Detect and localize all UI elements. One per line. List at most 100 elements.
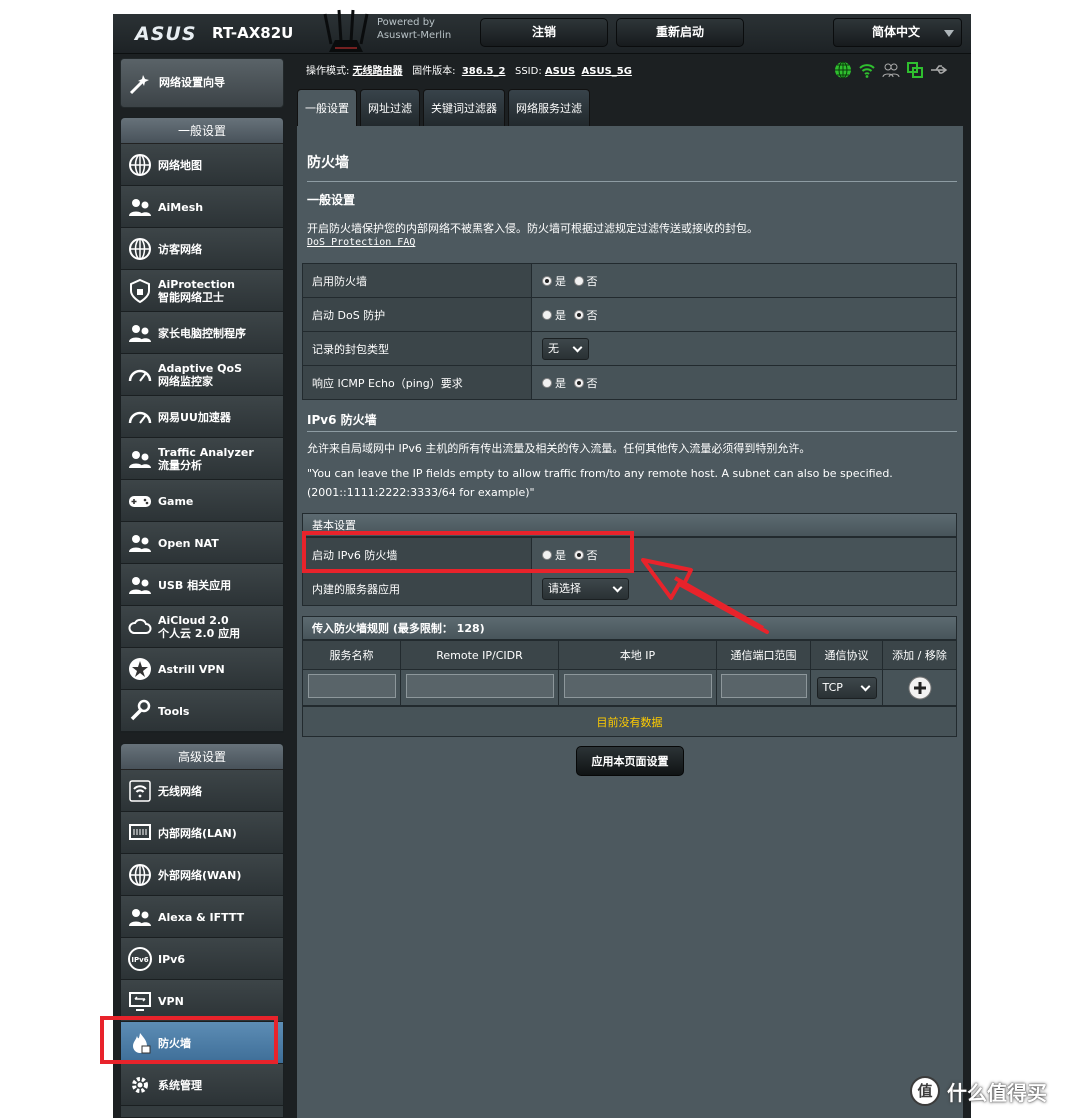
firewall-settings-table: 启用防火墙 是 否 启动 DoS 防护 是 否 记录的封包类型 无 响应 ICM… (302, 263, 957, 400)
wifi-icon[interactable] (858, 61, 876, 79)
col-add-remove: 添加 / 移除 (882, 640, 957, 670)
sidebar-item-label-line1: 无线网络 (158, 784, 202, 798)
protocol-select[interactable]: TCP (816, 676, 877, 699)
dos-faq-link[interactable]: DoS Protection FAQ (307, 237, 415, 248)
sidebar-item-aimesh[interactable]: AiMesh (121, 186, 283, 228)
ssid-2[interactable]: ASUS_5G (582, 66, 632, 77)
sidebar-item-label: 无线网络 (158, 770, 202, 812)
dos-protection-radios: 是 否 (531, 297, 957, 332)
sidebar-item-open-nat[interactable]: Open NAT (121, 522, 283, 564)
sidebar-item-admin[interactable]: 系统管理 (121, 1064, 283, 1106)
speedometer-icon (128, 411, 152, 424)
sidebar-item-wrench[interactable]: Tools (121, 690, 283, 732)
sidebar-item-label: Open NAT (158, 522, 219, 564)
icmp-no-radio[interactable] (573, 377, 584, 388)
wan-icon (129, 864, 151, 886)
sidebar-item-alexa[interactable]: Alexa & IFTTT (121, 896, 283, 938)
sidebar-item-lan[interactable]: 内部网络(LAN) (121, 812, 283, 854)
gauge-icon (128, 369, 152, 382)
sidebar-item-ipv6[interactable]: IPv6 IPv6 (121, 938, 283, 980)
users-icon[interactable] (882, 61, 900, 79)
sidebar-item-label-line2: 智能网络卫士 (158, 291, 224, 304)
mode-value[interactable]: 无线路由器 (353, 66, 403, 77)
logout-button[interactable]: 注销 (480, 18, 608, 47)
sidebar-item-star[interactable]: Astrill VPN (121, 648, 283, 690)
sidebar-item-label: USB 相关应用 (158, 564, 231, 606)
enable-firewall-yes-radio[interactable] (542, 275, 552, 286)
dos-no-radio[interactable] (573, 309, 584, 320)
dos-yes-radio[interactable] (542, 309, 552, 320)
sidebar-item-label: Game (158, 480, 193, 522)
table-row: TCP (302, 669, 957, 706)
sidebar-item-label-line1: USB 相关应用 (158, 578, 232, 592)
usb-app-icon (129, 577, 151, 594)
firmware-value[interactable]: 386.5_2 (462, 66, 506, 77)
ssid-1[interactable]: ASUS (545, 66, 575, 77)
tab-general[interactable]: 一般设置 (297, 89, 357, 126)
sidebar-item-label-line1: Traffic Analyzer (158, 446, 254, 459)
wireless-icon (129, 780, 151, 802)
ipv6-icon: IPv6 (128, 947, 152, 971)
language-select[interactable]: 简体中文 (833, 18, 962, 47)
sidebar-item-network-map[interactable]: 网络地图 (121, 144, 283, 186)
sidebar-item-wan[interactable]: 外部网络(WAN) (121, 854, 283, 896)
sidebar-item-label-line1: Game (158, 494, 194, 508)
guest-network-icon (129, 238, 151, 260)
table-header-row: 服务名称 Remote IP/CIDR 本地 IP 通信端口范围 通信协议 添加… (302, 640, 957, 670)
sidebar-item-wireless[interactable]: 无线网络 (121, 770, 283, 812)
wrench-icon (130, 699, 151, 721)
log-packet-type-select[interactable]: 无 (542, 337, 589, 360)
port-range-input[interactable] (720, 674, 807, 698)
usb-icon[interactable] (930, 61, 948, 79)
admin-icon (132, 1077, 148, 1093)
sidebar-item-gamepad[interactable]: Game (121, 480, 283, 522)
gamepad-icon (129, 496, 151, 507)
apply-settings-button[interactable]: 应用本页面设置 (576, 746, 684, 776)
service-name-input[interactable] (307, 674, 396, 698)
star-icon (129, 658, 151, 680)
remote-ip-input[interactable] (405, 674, 554, 698)
icmp-yes-radio[interactable] (542, 377, 552, 388)
reboot-button[interactable]: 重新启动 (616, 18, 744, 47)
sidebar-item-label: Adaptive QoS 网络监控家 (158, 354, 242, 396)
ipv6-description: 允许来自局域网中 IPv6 主机的所有传出流量及相关的传入流量。任何其他传入流量… (307, 442, 811, 455)
builtin-server-select[interactable]: 请选择 (542, 577, 629, 600)
sidebar-item-guest-network[interactable]: 访客网络 (121, 228, 283, 270)
cell (882, 669, 957, 706)
tab-network-service-filter[interactable]: 网络服务过滤 (508, 89, 590, 126)
globe-icon[interactable] (834, 61, 852, 79)
cell (716, 669, 811, 706)
sidebar-item-label-line1: 系统管理 (158, 1078, 202, 1092)
quick-setup-button[interactable]: 网络设置向导 (120, 58, 284, 108)
model-name: RT-AX82U (212, 24, 294, 42)
sidebar-item-cloud[interactable]: AiCloud 2.0 个人云 2.0 应用 (121, 606, 283, 648)
sidebar-item-usb-app[interactable]: USB 相关应用 (121, 564, 283, 606)
divider (307, 431, 957, 432)
local-ip-input[interactable] (563, 674, 712, 698)
chevron-down-icon (860, 681, 870, 691)
add-circle-icon[interactable] (908, 676, 932, 700)
tab-keyword-filter[interactable]: 关键词过滤器 (423, 89, 505, 126)
radio-no-label: 否 (586, 308, 598, 322)
sidebar-item-label: 内部网络(LAN) (158, 812, 237, 854)
sidebar-item-parental-control[interactable]: 家长电脑控制程序 (121, 312, 283, 354)
select-value: TCP (822, 680, 843, 694)
ipv6-note-line1: "You can leave the IP fields empty to al… (307, 467, 893, 480)
sidebar-item-analyzer[interactable]: Traffic Analyzer 流量分析 (121, 438, 283, 480)
tab-url-filter[interactable]: 网址过滤 (360, 89, 420, 126)
chevron-down-icon (572, 342, 583, 352)
col-service-name: 服务名称 (302, 640, 401, 670)
sidebar-item-label: AiCloud 2.0 个人云 2.0 应用 (158, 606, 240, 648)
inbound-rules-table: 服务名称 Remote IP/CIDR 本地 IP 通信端口范围 通信协议 添加… (302, 640, 957, 706)
sidebar-item-label-line1: 网络地图 (158, 158, 202, 172)
vpn-icon (129, 992, 151, 1011)
router-icon (323, 9, 369, 52)
sidebar-item-gauge[interactable]: Adaptive QoS 网络监控家 (121, 354, 283, 396)
sidebar-item-label: 网易UU加速器 (158, 396, 231, 438)
sidebar-item-shield[interactable]: AiProtection 智能网络卫士 (121, 270, 283, 312)
enable-firewall-no-radio[interactable] (573, 275, 584, 286)
sidebar-item-speedometer[interactable]: 网易UU加速器 (121, 396, 283, 438)
sidebar-item-label: AiProtection 智能网络卫士 (158, 270, 235, 312)
copy-icon[interactable] (906, 61, 924, 79)
ipv6-heading: IPv6 防火墙 (307, 413, 377, 427)
